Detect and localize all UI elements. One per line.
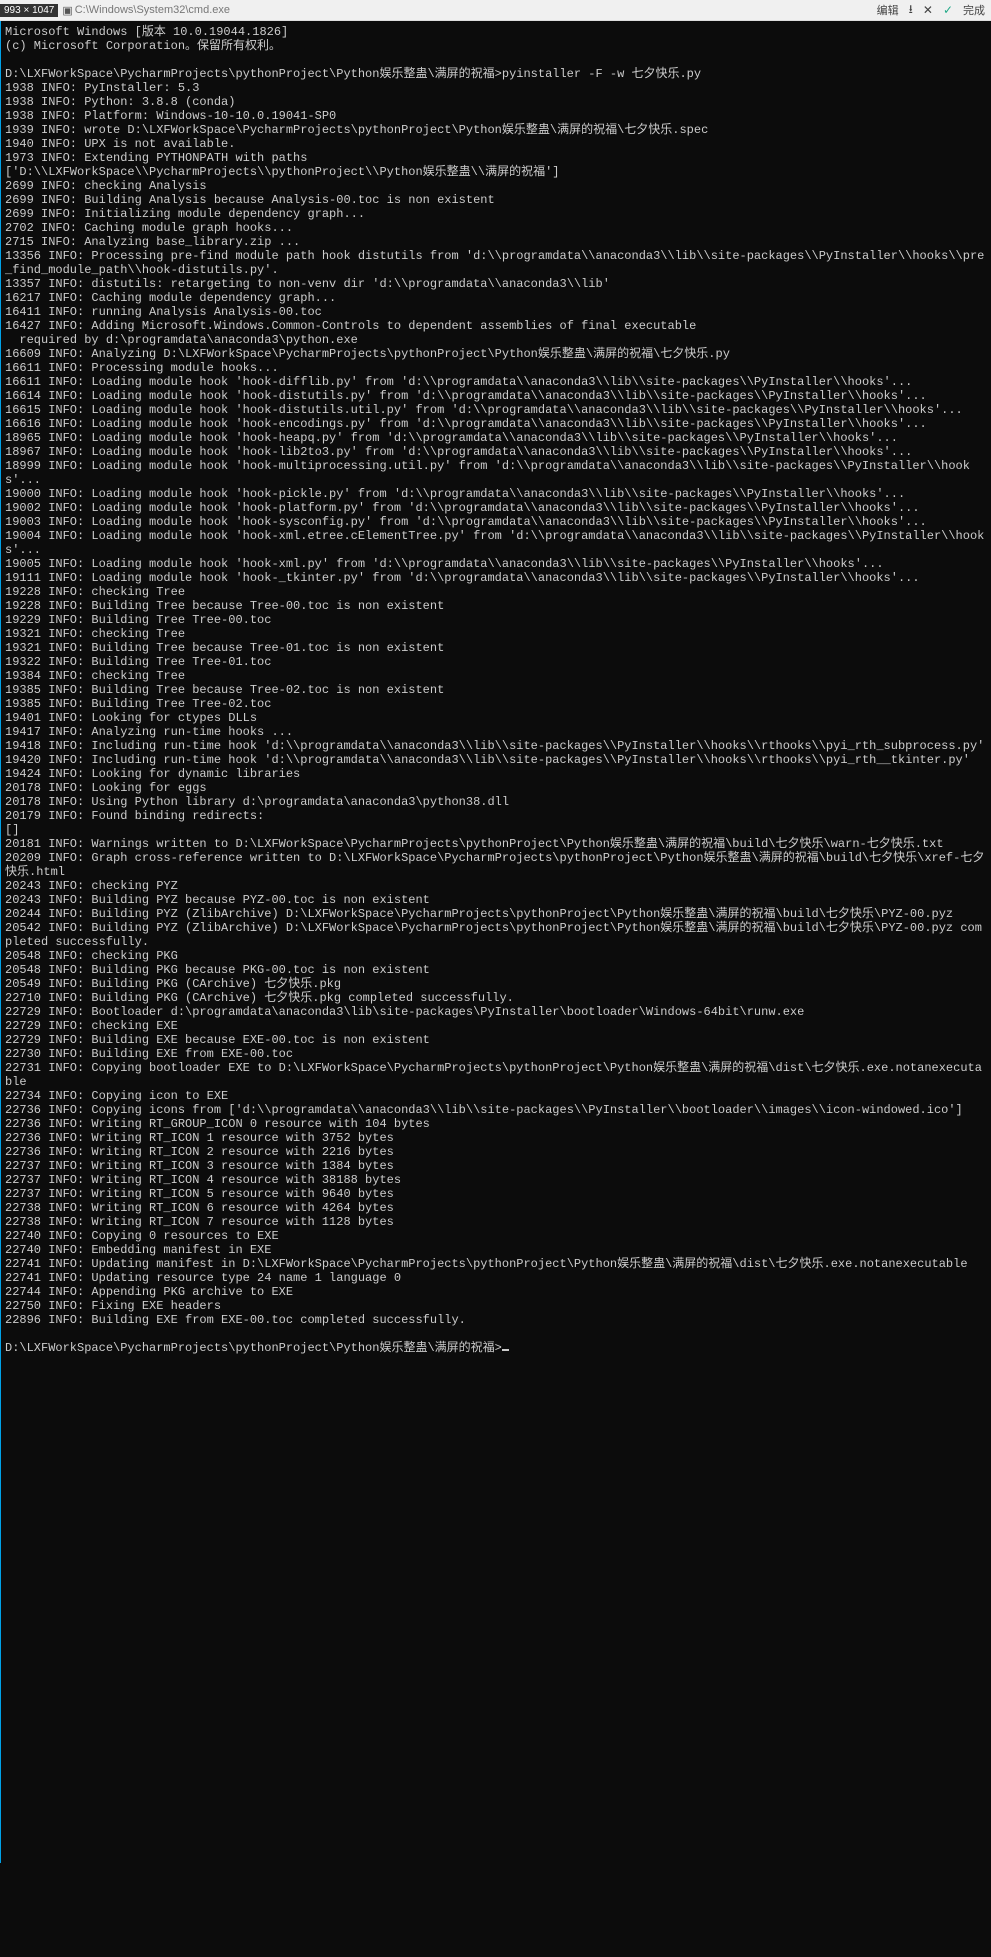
check-icon[interactable]: ✓ — [943, 3, 953, 17]
cursor — [502, 1349, 509, 1351]
done-button[interactable]: 完成 — [963, 2, 985, 18]
window-title: C:\Windows\System32\cmd.exe — [75, 4, 230, 16]
window-title-bar: 993 × 1047 ▣ C:\Windows\System32\cmd.exe… — [0, 0, 991, 21]
close-icon[interactable]: ✕ — [923, 3, 933, 17]
dimension-badge: 993 × 1047 — [0, 4, 58, 17]
edit-button[interactable]: 编辑 — [877, 2, 899, 18]
download-icon[interactable]: ⭳ — [909, 0, 913, 21]
terminal-output[interactable]: Microsoft Windows [版本 10.0.19044.1826] (… — [0, 21, 991, 1863]
cmd-icon: ▣ — [62, 4, 72, 17]
toolbar: 编辑 ⭳ ✕ ✓ 完成 — [871, 0, 991, 21]
